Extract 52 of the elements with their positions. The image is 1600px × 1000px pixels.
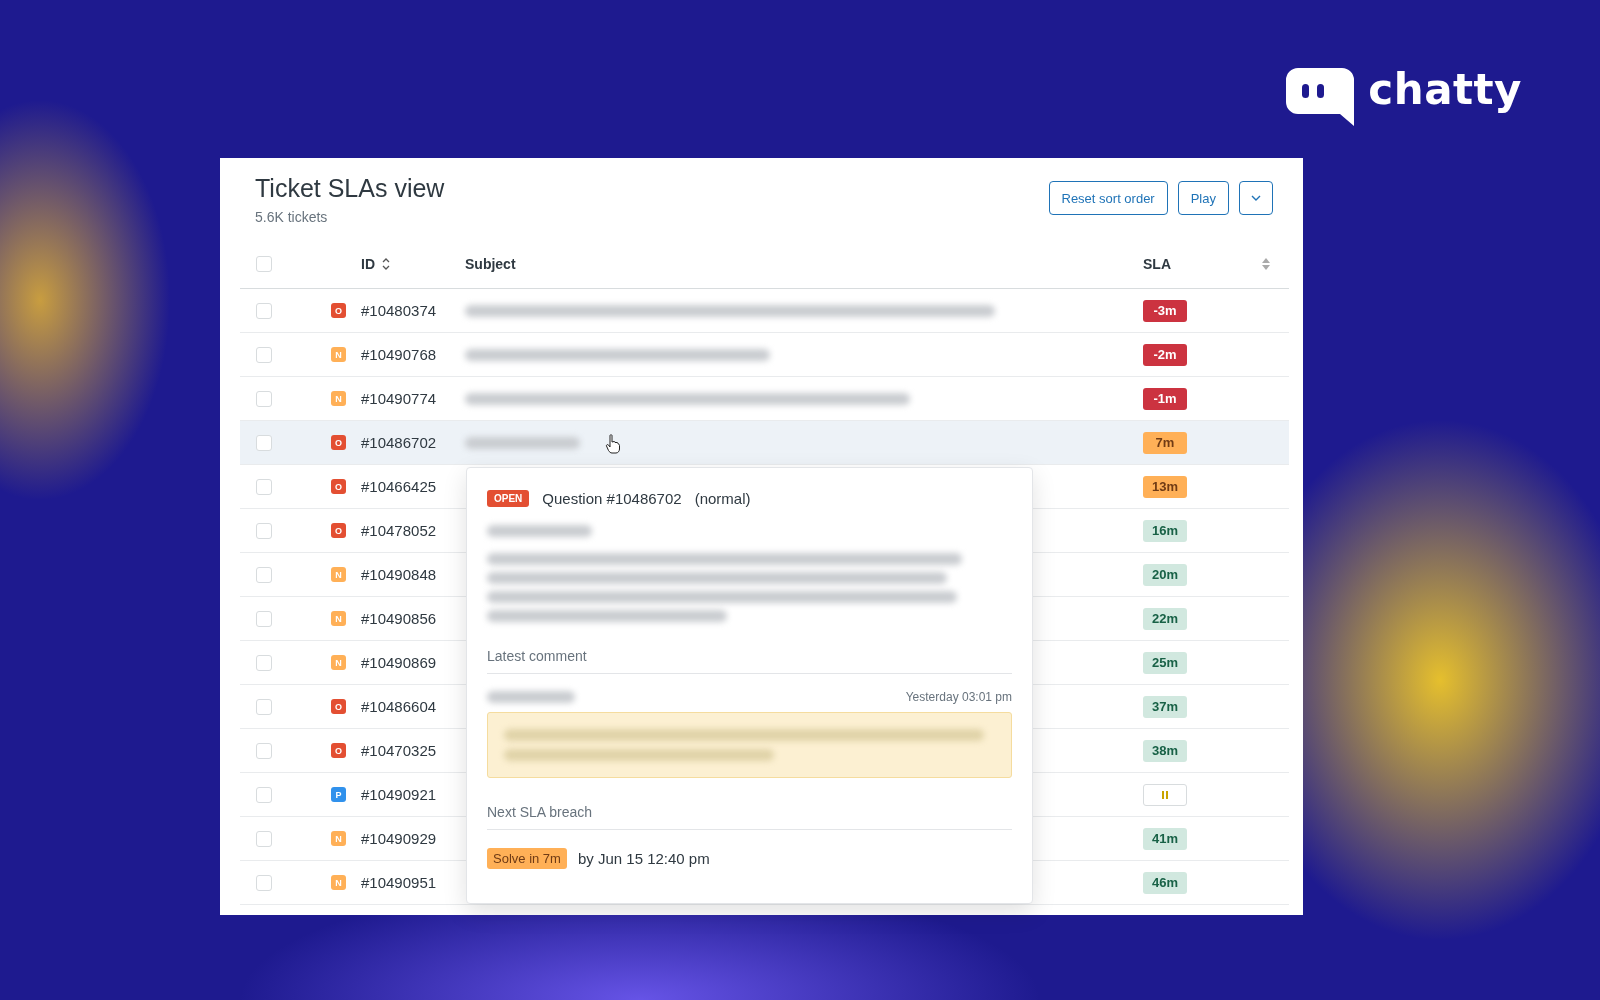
ticket-id: #10490856 (361, 609, 437, 627)
status-badge: N (331, 831, 346, 846)
ticket-id: #10490951 (361, 873, 437, 891)
sla-badge: -1m (1143, 387, 1187, 410)
sla-badge: 46m (1143, 871, 1187, 894)
sla-badge: 37m (1143, 695, 1187, 718)
sla-badge: -2m (1143, 343, 1187, 366)
ticket-id: #10490848 (361, 565, 437, 583)
ticket-id: #10490929 (361, 829, 437, 847)
solve-badge: Solve in 7m (487, 848, 567, 869)
comment-time: Yesterday 03:01 pm (905, 690, 1012, 704)
status-badge: O (331, 303, 346, 318)
sla-badge: 16m (1143, 519, 1187, 542)
section-label: Next SLA breach (487, 804, 1012, 830)
section-label: Latest comment (487, 648, 1012, 674)
status-badge: N (331, 655, 346, 670)
status-badge: P (331, 787, 346, 802)
sla-badge: -3m (1143, 299, 1187, 322)
ticket-id: #10480374 (361, 301, 437, 319)
ticket-id: #10478052 (361, 521, 437, 539)
ticket-id: #10486702 (361, 433, 437, 451)
status-badge: N (331, 875, 346, 890)
status-badge: O (331, 523, 346, 538)
ticket-id: #10470325 (361, 741, 437, 759)
ticket-id: #10490869 (361, 653, 437, 671)
status-badge: OPEN (487, 490, 530, 507)
logo-text: chatty (1368, 68, 1522, 112)
ticket-title: Question #10486702 (542, 490, 682, 507)
ticket-id: #10490768 (361, 345, 437, 363)
breach-time: by Jun 15 12:40 pm (577, 850, 710, 867)
priority-label: (normal) (694, 490, 751, 507)
sla-badge: 38m (1143, 739, 1187, 762)
status-badge: N (331, 391, 346, 406)
sla-badge: 13m (1143, 475, 1187, 498)
ticket-id: #10486604 (361, 697, 437, 715)
status-badge: N (331, 567, 346, 582)
view-title: Ticket SLAs view (255, 174, 445, 203)
status-badge: O (331, 743, 346, 758)
ticket-count: 5.6K tickets (255, 209, 329, 225)
sla-badge: 41m (1143, 827, 1187, 850)
ticket-id: #10490921 (361, 785, 437, 803)
ticket-id: #10490774 (361, 389, 437, 407)
sla-badge: 25m (1143, 651, 1187, 674)
status-badge: O (331, 699, 346, 714)
status-badge: N (331, 611, 346, 626)
status-badge: N (331, 347, 346, 362)
status-badge: O (331, 435, 346, 450)
sla-badge: 20m (1143, 563, 1187, 586)
sla-badge: 22m (1143, 607, 1187, 630)
ticket-id: #10466425 (361, 477, 437, 495)
status-badge: O (331, 479, 346, 494)
sla-badge: 7m (1143, 431, 1187, 454)
